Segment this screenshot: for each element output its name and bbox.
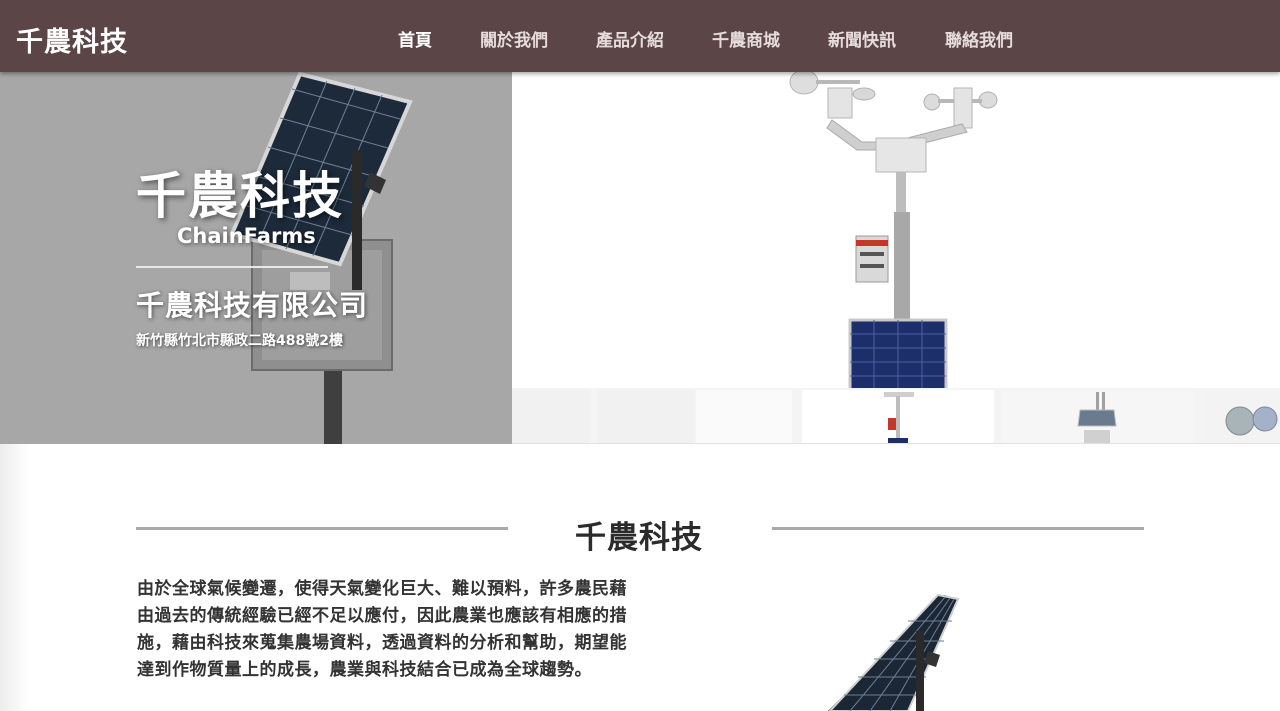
nav-item-products[interactable]: 產品介紹 [596, 26, 664, 51]
nav-item-shop[interactable]: 千農商城 [712, 26, 780, 51]
hero-title: 千農科技 [136, 167, 344, 225]
top-navbar: 千農科技 首頁 關於我們 產品介紹 千農商城 新聞快訊 聯絡我們 [0, 0, 1280, 72]
product-gallery-main [512, 72, 1280, 388]
brand-logo[interactable]: 千農科技 [16, 20, 128, 59]
solar-station-illustration [229, 72, 413, 444]
hero-subtitle: ChainFarms [177, 224, 316, 248]
company-name: 千農科技有限公司 [136, 289, 369, 322]
nav-item-news[interactable]: 新聞快訊 [828, 26, 896, 51]
thumbnail-5[interactable] [1002, 390, 1194, 443]
thumbnail-6[interactable] [1202, 390, 1280, 443]
thumbnail-3[interactable] [696, 390, 792, 443]
company-address: 新竹縣竹北市縣政二路488號2樓 [136, 333, 343, 349]
hero-divider [136, 266, 328, 268]
weather-station-image [789, 72, 998, 388]
nav-item-about[interactable]: 關於我們 [480, 26, 548, 51]
section-title: 千農科技 [575, 520, 703, 556]
nav-item-contact[interactable]: 聯絡我們 [945, 26, 1013, 51]
section-rule-right [772, 527, 1144, 530]
thumbnail-4[interactable] [802, 390, 994, 443]
about-paragraph: 由於全球氣候變遷，使得天氣變化巨大、難以預料，許多農民藉由過去的傳統經驗已經不足… [137, 579, 627, 680]
section-rule-left [136, 527, 508, 530]
weather-station-thumbnail [884, 392, 914, 443]
solar-panel-thumbnail [1077, 392, 1117, 443]
solar-device-image [828, 593, 960, 711]
thumbnail-2[interactable] [598, 390, 694, 443]
page-left-shadow [0, 444, 28, 711]
hero-banner: 千農科技 ChainFarms 千農科技有限公司 新竹縣竹北市縣政二路488號2… [0, 72, 512, 444]
nav-item-home[interactable]: 首頁 [398, 26, 432, 51]
sensor-thumbnail [1225, 406, 1278, 436]
thumbnail-strip [512, 388, 1280, 444]
thumbnail-1[interactable] [512, 390, 590, 443]
